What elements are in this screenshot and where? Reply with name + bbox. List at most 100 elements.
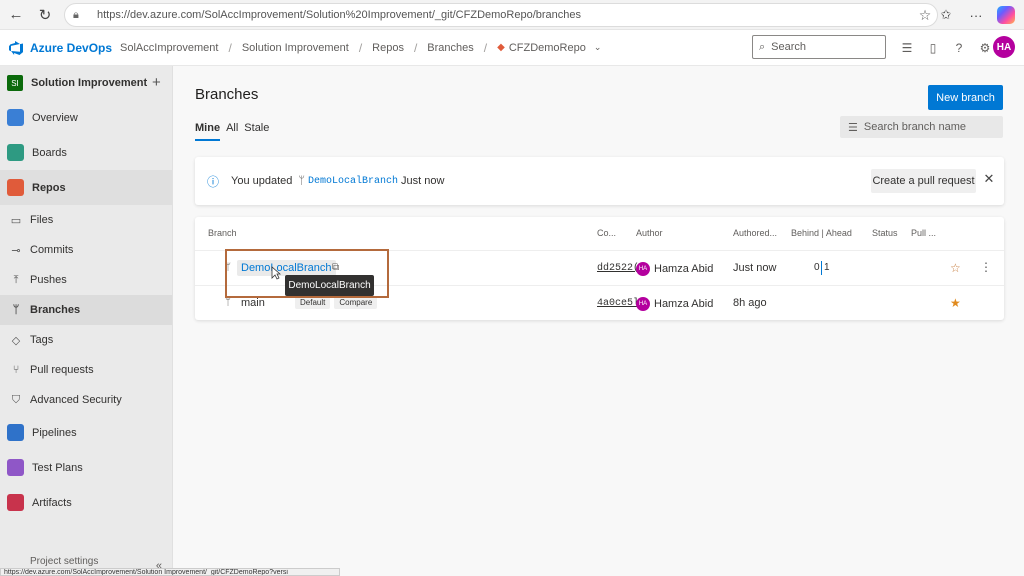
column-header-status[interactable]: Status <box>872 228 898 238</box>
refresh-icon[interactable]: ↻ <box>32 2 58 28</box>
back-icon[interactable]: ← <box>3 2 29 28</box>
sidebar-item-overview[interactable]: Overview <box>0 100 172 135</box>
marketplace-icon[interactable]: ▯ <box>924 38 942 58</box>
sidebar-item-label: Files <box>30 214 54 226</box>
add-icon[interactable]: + <box>152 74 161 91</box>
close-icon[interactable]: ✕ <box>981 171 997 191</box>
breadcrumb-branches[interactable]: Branches <box>427 42 473 54</box>
branch-search-input[interactable]: ☰ Search branch name <box>840 116 1003 138</box>
column-header-branch[interactable]: Branch <box>208 228 237 238</box>
branch-icon: ᛘ <box>298 175 305 187</box>
breadcrumb-separator: / <box>228 40 232 55</box>
main-content: Branches New branch Mine All Stale ☰ Sea… <box>174 66 1024 576</box>
sidebar-item-label: Boards <box>32 146 67 159</box>
avatar[interactable]: HA <box>993 36 1015 58</box>
branch-name-link[interactable]: DemoLocalBranch <box>237 260 336 276</box>
tag-icon: ◇ <box>11 334 21 347</box>
sidebar-item-pull-requests[interactable]: ⑂ Pull requests <box>0 355 172 385</box>
breadcrumb-project[interactable]: Solution Improvement <box>242 42 349 54</box>
branch-tags: Default Compare <box>295 296 381 309</box>
sidebar-item-test-plans[interactable]: Test Plans <box>0 450 172 485</box>
sidebar-item-artifacts[interactable]: Artifacts <box>0 485 172 520</box>
behind-count[interactable]: 0 <box>814 262 820 273</box>
favorites-icon[interactable]: ✩ <box>934 3 958 27</box>
sidebar-item-label: Commits <box>30 244 74 256</box>
branch-tooltip: DemoLocalBranch <box>285 275 374 296</box>
copilot-icon[interactable] <box>994 3 1018 27</box>
banner-prefix: You updated <box>231 175 293 187</box>
boards-icon <box>7 144 24 161</box>
help-icon[interactable]: ? <box>950 38 968 58</box>
breadcrumb-separator: / <box>483 40 488 55</box>
sidebar-item-tags[interactable]: ◇ Tags <box>0 325 172 355</box>
project-selector[interactable]: SI Solution Improvement <box>0 66 172 100</box>
browser-toolbar: ← ↻ 🔒︎ https://dev.azure.com/SolAccImpro… <box>0 0 1024 30</box>
search-icon: ⌕ <box>759 40 766 53</box>
copy-icon[interactable]: ⧉ <box>332 262 339 273</box>
user-settings-icon[interactable]: ⚙ <box>976 38 994 58</box>
ahead-count[interactable]: 1 <box>824 262 830 273</box>
sidebar-item-boards[interactable]: Boards <box>0 135 172 170</box>
behind-ahead-divider <box>821 261 822 275</box>
repo-selector[interactable]: ◆ CFZDemoRepo ⌄ <box>497 42 601 54</box>
pivot-tabs: Mine All Stale <box>195 122 269 141</box>
breadcrumb-repos[interactable]: Repos <box>372 42 404 54</box>
sidebar-item-label: Test Plans <box>32 461 83 474</box>
author-avatar: HA <box>636 262 650 276</box>
list-icon[interactable]: ☰ <box>898 38 916 58</box>
tab-stale[interactable]: Stale <box>244 122 269 141</box>
tab-all[interactable]: All <box>226 122 238 141</box>
overview-icon <box>7 109 24 126</box>
brand-link[interactable]: Azure DevOps <box>30 41 112 55</box>
sidebar-item-pipelines[interactable]: Pipelines <box>0 415 172 450</box>
banner-branch-link[interactable]: DemoLocalBranch <box>308 176 398 187</box>
sidebar-item-label: Advanced Security <box>30 394 122 406</box>
new-branch-button[interactable]: New branch <box>928 85 1003 110</box>
author-name: Hamza Abid <box>654 262 714 275</box>
tab-mine[interactable]: Mine <box>195 122 221 141</box>
sidebar-item-advanced-security[interactable]: ⛉ Advanced Security <box>0 385 172 415</box>
compare-tag[interactable]: Compare <box>334 296 378 309</box>
breadcrumb-separator: / <box>413 40 418 55</box>
pipelines-icon <box>7 424 24 441</box>
more-actions-icon[interactable]: ⋮ <box>980 260 992 274</box>
sidebar-item-label: Repos <box>32 181 66 194</box>
file-icon: ▭ <box>10 214 22 227</box>
address-bar[interactable]: 🔒︎ https://dev.azure.com/SolAccImproveme… <box>64 3 938 27</box>
sidebar-item-commits[interactable]: ⊸ Commits <box>0 235 172 265</box>
create-pull-request-button[interactable]: Create a pull request <box>871 169 976 193</box>
sidebar-item-branches[interactable]: ᛘ Branches <box>0 295 172 325</box>
author-avatar: HA <box>636 297 650 311</box>
column-header-author[interactable]: Author <box>636 228 663 238</box>
column-header-commit[interactable]: Co... <box>597 228 616 238</box>
favorite-star-filled-icon[interactable]: ★ <box>950 296 961 310</box>
push-icon: ⤒ <box>13 273 19 286</box>
chevron-down-icon: ⌄ <box>593 42 602 52</box>
ado-header: Azure DevOps SolAccImprovement / Solutio… <box>0 30 1024 66</box>
commit-link[interactable]: 4a0ce5l <box>597 298 639 309</box>
breadcrumb-organization[interactable]: SolAccImprovement <box>120 42 218 54</box>
search-input[interactable]: ⌕ Search <box>752 35 886 59</box>
repos-icon <box>7 179 24 196</box>
branch-name-link[interactable]: main <box>241 297 265 309</box>
branch-icon: ᛘ <box>12 304 20 316</box>
branches-table: Branch Co... Author Authored... Behind |… <box>195 217 1004 320</box>
test-plans-icon <box>7 459 24 476</box>
column-header-authored[interactable]: Authored... <box>733 228 777 238</box>
repo-name: CFZDemoRepo <box>508 41 586 54</box>
azure-devops-logo-icon[interactable] <box>8 40 24 56</box>
sidebar-item-pushes[interactable]: ⤒ Pushes <box>0 265 172 295</box>
banner-time: Just now <box>401 175 445 187</box>
sidebar-item-label: Pull requests <box>30 364 94 376</box>
lock-icon: 🔒︎ <box>73 8 79 21</box>
more-icon[interactable]: ··· <box>964 3 988 27</box>
default-tag: Default <box>295 296 331 309</box>
sidebar: SI Solution Improvement + Overview Board… <box>0 66 173 576</box>
authored-time: 8h ago <box>733 297 767 309</box>
column-header-pull[interactable]: Pull ... <box>911 228 936 238</box>
sidebar-item-repos[interactable]: Repos <box>0 170 172 205</box>
commit-link[interactable]: dd2522( <box>597 263 639 274</box>
column-header-behind-ahead[interactable]: Behind | Ahead <box>791 228 852 238</box>
sidebar-item-files[interactable]: ▭ Files <box>0 205 172 235</box>
favorite-star-icon[interactable]: ☆ <box>950 261 961 275</box>
